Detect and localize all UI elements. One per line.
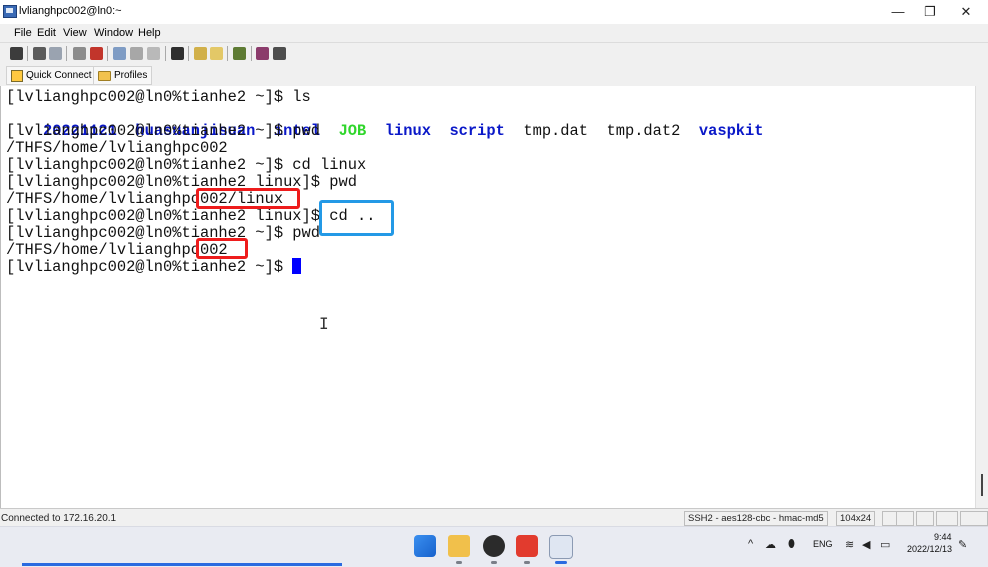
terminal-pane[interactable]: [lvlianghpc002@ln0%tianhe2 ~]$ ls 202211… bbox=[0, 86, 975, 508]
status-panel-empty bbox=[960, 511, 988, 526]
terminal-line: [lvlianghpc002@ln0%tianhe2 ~]$ ls bbox=[6, 88, 311, 106]
volume-icon[interactable]: ◀ bbox=[862, 538, 870, 551]
close-button[interactable]: ✕ bbox=[948, 0, 984, 24]
task-indicator bbox=[456, 561, 462, 564]
menu-window[interactable]: Window bbox=[94, 27, 133, 39]
language-indicator[interactable]: ENG bbox=[813, 539, 833, 549]
transfer-icon[interactable] bbox=[210, 47, 223, 60]
status-bar: Connected to 172.16.20.1 SSH2 - aes128-c… bbox=[0, 508, 988, 527]
copy-paste-icon[interactable] bbox=[147, 47, 160, 60]
windows-taskbar: ^ ☁ ⬮ ENG ≋ ◀ ▭ 9:44 2022/12/13 ✎ bbox=[0, 526, 988, 567]
help-cursor-icon[interactable] bbox=[273, 47, 286, 60]
file-explorer-icon[interactable] bbox=[448, 535, 470, 557]
session-tab-bar: Quick Connect Profiles bbox=[0, 64, 988, 87]
copy-icon[interactable] bbox=[113, 47, 126, 60]
ls-item-file: tmp.dat2 bbox=[606, 122, 681, 140]
title-bar: lvlianghpc002@ln0:~ — ❐ ✕ bbox=[0, 0, 988, 24]
status-panel-empty bbox=[936, 511, 958, 526]
print-preview-icon[interactable] bbox=[49, 47, 62, 60]
terminal-line: [lvlianghpc002@ln0%tianhe2 ~]$ bbox=[6, 258, 293, 276]
find-icon[interactable] bbox=[171, 47, 184, 60]
task-indicator-active bbox=[555, 561, 567, 564]
scrollbar-thumb[interactable] bbox=[981, 474, 983, 496]
chevron-up-icon[interactable]: ^ bbox=[748, 538, 753, 550]
terminal-cursor bbox=[292, 258, 301, 274]
connect-icon[interactable] bbox=[73, 47, 86, 60]
ls-output-line: 20221121 huasuanjisuan intel JOB linux s… bbox=[6, 106, 764, 140]
terminal-line: [lvlianghpc002@ln0%tianhe2 ~]$ pwd bbox=[6, 122, 321, 140]
toolbar-separator bbox=[227, 46, 228, 61]
toolbar-separator bbox=[66, 46, 67, 61]
ibeam-cursor-icon: I bbox=[319, 314, 329, 333]
vertical-scrollbar[interactable] bbox=[975, 86, 988, 508]
toolbar bbox=[0, 42, 988, 66]
maximize-button[interactable]: ❐ bbox=[912, 0, 948, 24]
terminal-line: [lvlianghpc002@ln0%tianhe2 ~]$ cd linux bbox=[6, 156, 367, 174]
wps-office-icon[interactable] bbox=[516, 535, 538, 557]
profiles-label: Profiles bbox=[114, 70, 148, 81]
clock-time[interactable]: 9:44 bbox=[934, 532, 952, 542]
save-icon[interactable] bbox=[10, 47, 23, 60]
quick-connect-label: Quick Connect bbox=[26, 70, 92, 81]
battery-icon[interactable]: ▭ bbox=[880, 538, 890, 551]
terminal-line: [lvlianghpc002@ln0%tianhe2 ~]$ pwd bbox=[6, 224, 321, 242]
windows-start-icon[interactable] bbox=[414, 535, 436, 557]
menu-bar: File Edit View Window Help bbox=[0, 24, 988, 42]
securecrt-taskbar-icon[interactable] bbox=[549, 535, 573, 559]
annotation-red-box bbox=[196, 238, 248, 259]
sftp-icon[interactable] bbox=[194, 47, 207, 60]
status-lock-icon bbox=[896, 511, 914, 526]
terminal-line: /THFS/home/lvlianghpc002 bbox=[6, 139, 228, 157]
ls-item-dir: linux bbox=[384, 122, 431, 140]
profiles-button[interactable]: Profiles bbox=[93, 66, 153, 85]
ls-item-exe: JOB bbox=[338, 122, 367, 140]
toolbar-separator bbox=[188, 46, 189, 61]
toolbar-separator bbox=[251, 46, 252, 61]
disconnect-icon[interactable] bbox=[90, 47, 103, 60]
menu-help[interactable]: Help bbox=[138, 27, 161, 39]
ls-item-dir: script bbox=[449, 122, 505, 140]
wifi-icon[interactable]: ≋ bbox=[845, 538, 854, 551]
status-panel-empty bbox=[916, 511, 934, 526]
cipher-status: SSH2 - aes128-cbc - hmac-md5 bbox=[684, 511, 828, 526]
terminal-line: /THFS/home/lvlianghpc002 bbox=[6, 241, 228, 259]
connection-status: Connected to 172.16.20.1 bbox=[1, 513, 117, 524]
keymap-icon[interactable] bbox=[256, 47, 269, 60]
microphone-icon[interactable]: ⬮ bbox=[788, 538, 795, 551]
window-title: lvlianghpc002@ln0:~ bbox=[19, 5, 122, 17]
annotation-blue-box bbox=[319, 200, 394, 236]
quick-connect-button[interactable]: Quick Connect bbox=[6, 66, 97, 85]
paste-icon[interactable] bbox=[130, 47, 143, 60]
minimize-button[interactable]: — bbox=[880, 0, 916, 24]
ls-item-file: tmp.dat bbox=[523, 122, 588, 140]
menu-view[interactable]: View bbox=[63, 27, 87, 39]
task-indicator bbox=[491, 561, 497, 564]
folder-icon bbox=[98, 70, 111, 81]
ls-item-dir: vaspkit bbox=[698, 122, 764, 140]
securecrt-app-icon bbox=[3, 5, 17, 18]
terminal-size-status: 104x24 bbox=[836, 511, 876, 526]
task-indicator bbox=[524, 561, 530, 564]
quick-connect-icon bbox=[11, 69, 23, 82]
notification-icon[interactable]: ✎ bbox=[958, 538, 967, 551]
cloud-icon[interactable]: ☁ bbox=[765, 538, 776, 551]
browser-icon[interactable] bbox=[483, 535, 505, 557]
annotation-red-box bbox=[196, 188, 300, 209]
clock-date[interactable]: 2022/12/13 bbox=[907, 544, 952, 554]
menu-edit[interactable]: Edit bbox=[37, 27, 56, 39]
toolbar-separator bbox=[165, 46, 166, 61]
toolbar-separator bbox=[107, 46, 108, 61]
terminal-line: [lvlianghpc002@ln0%tianhe2 linux]$ pwd bbox=[6, 173, 357, 191]
toolbar-separator bbox=[27, 46, 28, 61]
options-icon[interactable] bbox=[233, 47, 246, 60]
menu-file[interactable]: File bbox=[14, 27, 32, 39]
print-icon[interactable] bbox=[33, 47, 46, 60]
